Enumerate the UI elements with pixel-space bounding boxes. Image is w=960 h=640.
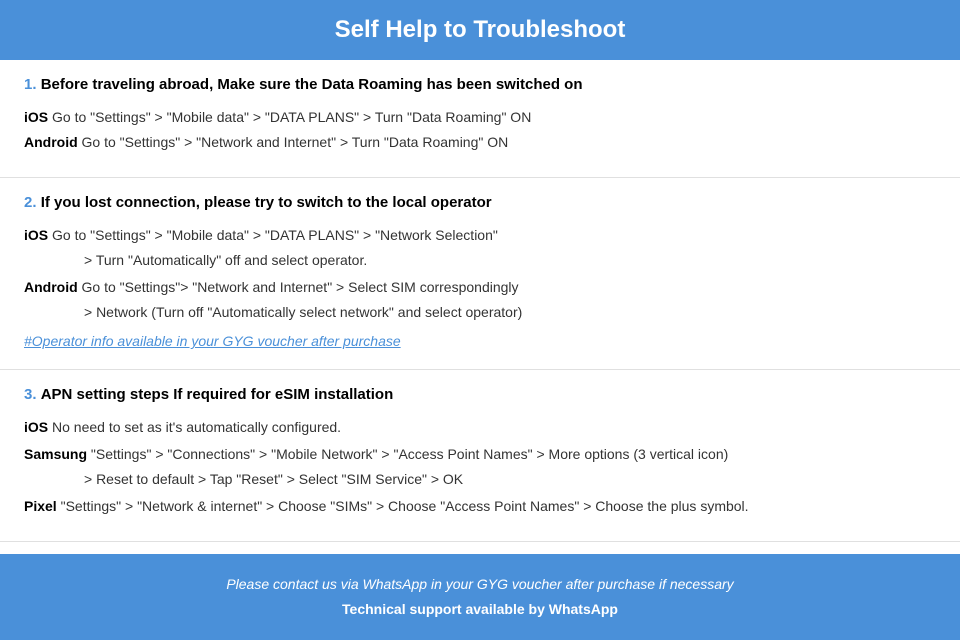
section-2-android-row: Android Go to "Settings"> "Network and I… [24, 277, 936, 298]
section-3-samsung-row: Samsung "Settings" > "Connections" > "Mo… [24, 444, 936, 465]
section-2-ios-continuation: > Turn "Automatically" off and select op… [84, 250, 936, 271]
footer-line2: Technical support available by WhatsApp [20, 597, 940, 622]
section-2-ios-row: iOS Go to "Settings" > "Mobile data" > "… [24, 225, 936, 246]
section-2-ios-text: Go to "Settings" > "Mobile data" > "DATA… [52, 227, 498, 243]
section-2: 2. If you lost connection, please try to… [0, 178, 960, 370]
section-2-title-text: If you lost connection, please try to sw… [41, 194, 492, 211]
main-content: 1. Before traveling abroad, Make sure th… [0, 60, 960, 542]
samsung-label: Samsung [24, 446, 87, 462]
section-3-pixel-text: "Settings" > "Network & internet" > Choo… [61, 498, 749, 514]
ios-label: iOS [24, 109, 48, 125]
section-3-title-text: APN setting steps If required for eSIM i… [41, 386, 394, 403]
voucher-link[interactable]: #Operator info available in your GYG vou… [24, 333, 936, 349]
section-1: 1. Before traveling abroad, Make sure th… [0, 60, 960, 178]
section-1-title: 1. Before traveling abroad, Make sure th… [24, 76, 936, 93]
section-3-ios-text: No need to set as it's automatically con… [52, 419, 341, 435]
ios-label-3: iOS [24, 419, 48, 435]
section-3-number: 3. [24, 386, 37, 403]
section-2-android-continuation: > Network (Turn off "Automatically selec… [84, 302, 936, 323]
android-label-2: Android [24, 279, 78, 295]
page-footer: Please contact us via WhatsApp in your G… [0, 554, 960, 640]
footer-line1: Please contact us via WhatsApp in your G… [20, 572, 940, 597]
pixel-label: Pixel [24, 498, 57, 514]
section-2-number: 2. [24, 194, 37, 211]
ios-label-2: iOS [24, 227, 48, 243]
section-3-pixel-row: Pixel "Settings" > "Network & internet" … [24, 496, 936, 517]
section-2-title: 2. If you lost connection, please try to… [24, 194, 936, 211]
section-3-samsung-continuation: > Reset to default > Tap "Reset" > Selec… [84, 469, 936, 490]
section-1-android-row: Android Go to "Settings" > "Network and … [24, 132, 936, 153]
section-2-android-text: Go to "Settings"> "Network and Internet"… [82, 279, 519, 295]
section-1-number: 1. [24, 76, 37, 93]
section-1-android-text: Go to "Settings" > "Network and Internet… [82, 134, 509, 150]
page-title: Self Help to Troubleshoot [20, 16, 940, 44]
section-3-title: 3. APN setting steps If required for eSI… [24, 386, 936, 403]
section-1-ios-text: Go to "Settings" > "Mobile data" > "DATA… [52, 109, 531, 125]
section-1-ios-row: iOS Go to "Settings" > "Mobile data" > "… [24, 107, 936, 128]
section-3: 3. APN setting steps If required for eSI… [0, 370, 960, 542]
section-3-ios-row: iOS No need to set as it's automatically… [24, 417, 936, 438]
page-header: Self Help to Troubleshoot [0, 0, 960, 60]
section-3-samsung-text: "Settings" > "Connections" > "Mobile Net… [91, 446, 728, 462]
section-1-title-text: Before traveling abroad, Make sure the D… [41, 76, 583, 93]
android-label: Android [24, 134, 78, 150]
